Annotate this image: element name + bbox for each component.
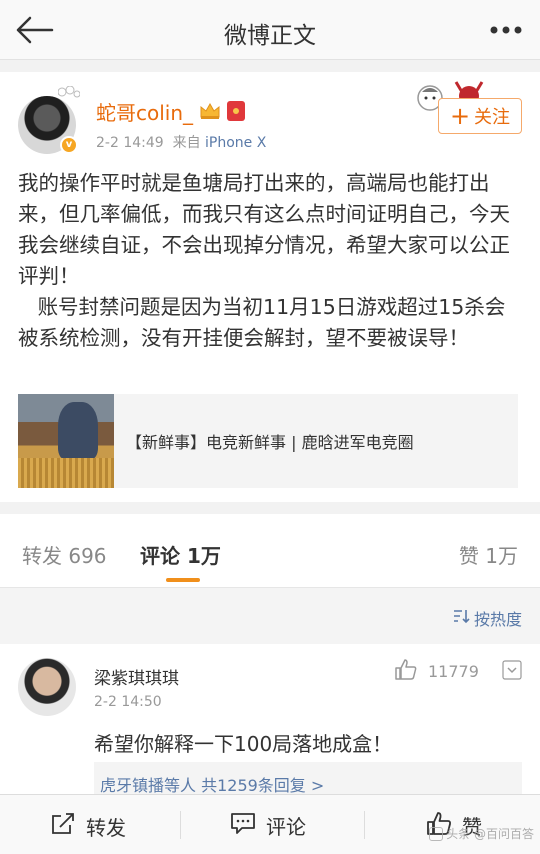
sort-label: 按热度 (473, 610, 522, 629)
post-source[interactable]: iPhone X (205, 135, 266, 151)
comment-label: 评论 (266, 815, 306, 839)
repost-button[interactable]: 转发 (50, 811, 126, 842)
tab-repost[interactable]: 转发 696 (22, 540, 107, 569)
source-prefix: 来自 (172, 135, 201, 151)
watermark: 头条 @百问百答 (429, 825, 534, 842)
plus-icon: + (449, 102, 471, 130)
post-body: 我的操作平时就是鱼塘局打出来的，高端局也能打出来，但几率偏低，而我只有这么点时间… (18, 171, 510, 350)
comment-text: 希望你解释一下100局落地成盒！ (94, 732, 393, 756)
author-row: 蛇哥colin_ (96, 97, 246, 126)
author-name[interactable]: 蛇哥colin_ (96, 97, 193, 126)
watermark-logo-icon (429, 826, 444, 841)
thumbs-up-icon (394, 658, 418, 684)
post-time: 2-2 14:49 (96, 135, 164, 151)
sort-icon (452, 607, 470, 629)
divider (180, 811, 181, 839)
card-title: 【新鲜事】电竞新鲜事 | 鹿晗进军电竞圈 (126, 433, 414, 452)
comment-icon (230, 811, 256, 840)
card-thumbnail (18, 394, 114, 488)
sort-row: 按热度 (0, 588, 540, 644)
comment-time: 2-2 14:50 (94, 694, 162, 710)
comment-menu-chevron-icon[interactable] (502, 660, 522, 680)
tab-comment[interactable]: 评论 1万 (140, 540, 221, 569)
follow-button[interactable]: + 关注 (438, 98, 522, 134)
active-tab-indicator (166, 578, 200, 582)
page-title: 微博正文 (224, 23, 316, 49)
comment-like-button[interactable]: 11779 (394, 658, 479, 684)
more-options-icon[interactable] (488, 18, 524, 42)
post-meta: 2-2 14:49 来自 iPhone X (96, 132, 266, 152)
interaction-tabs: 转发 696 评论 1万 赞 1万 (0, 514, 540, 588)
comment-button[interactable]: 评论 (230, 811, 306, 840)
commenter-avatar[interactable] (18, 658, 76, 716)
vip-crown-icon[interactable] (199, 102, 221, 120)
red-packet-icon[interactable] (227, 101, 246, 121)
repost-icon (50, 811, 76, 842)
follow-label: 关注 (474, 107, 511, 128)
link-card[interactable]: 【新鲜事】电竞新鲜事 | 鹿晗进军电竞圈 (18, 394, 518, 488)
bottom-action-bar: 转发 评论 赞 头条 @百问百答 (0, 794, 540, 854)
avatar-decoration-icon (57, 85, 81, 102)
verified-badge-icon: v (60, 136, 78, 154)
tab-like[interactable]: 赞 1万 (459, 540, 518, 569)
watermark-text: 头条 @百问百答 (446, 827, 534, 841)
comment-replies-preview[interactable]: 虎牙镇播等人 共1259条回复 > (94, 762, 522, 798)
weibo-post: v 蛇哥colin_ 2-2 14:49 来自 iPhone X + 关注 我的… (0, 72, 540, 502)
commenter-name[interactable]: 梁紫琪琪琪 (94, 664, 179, 689)
comment-item: 梁紫琪琪琪 2-2 14:50 11779 希望你解释一下100局落地成盒！ 虎… (0, 644, 540, 798)
comment-like-count: 11779 (428, 661, 479, 681)
top-nav-bar: 微博正文 (0, 0, 540, 60)
repost-label: 转发 (86, 816, 126, 840)
divider (364, 811, 365, 839)
sort-by-hot-button[interactable]: 按热度 (452, 606, 522, 630)
